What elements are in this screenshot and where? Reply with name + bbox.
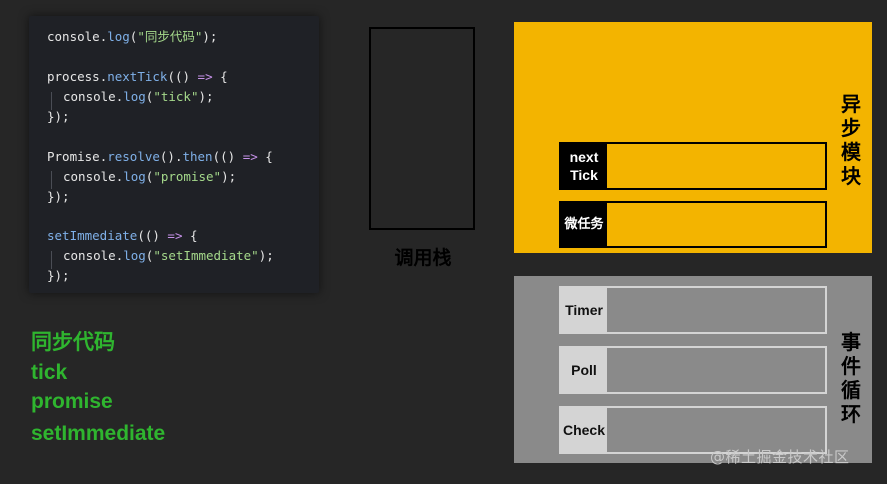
- code-line-12: console.log("setImmediate");: [63, 248, 274, 263]
- code-line-13: });: [47, 268, 70, 283]
- output-tick: tick: [31, 361, 68, 384]
- timer-phase-body: [607, 288, 825, 332]
- code-line-8: console.log("promise");: [63, 169, 237, 184]
- code-line-11: setImmediate(() => {: [47, 228, 198, 243]
- timer-phase: Timer: [559, 286, 827, 334]
- next-tick-queue-label: next Tick: [561, 144, 607, 188]
- code-line-3: process.nextTick(() => {: [47, 69, 228, 84]
- code-line-9: });: [47, 189, 70, 204]
- code-line-1: console.log("同步代码");: [47, 29, 218, 44]
- output-promise: promise: [31, 390, 113, 413]
- microtask-queue-label: 微任务: [561, 203, 607, 246]
- poll-phase-label: Poll: [561, 348, 607, 392]
- code-line-7: Promise.resolve().then(() => {: [47, 149, 273, 164]
- next-tick-queue: next Tick: [559, 142, 827, 190]
- indent-guide: [51, 92, 52, 110]
- output-sync: 同步代码: [31, 330, 115, 354]
- check-phase-label: Check: [561, 408, 607, 452]
- watermark: @稀土掘金技术社区: [710, 448, 850, 466]
- code-line-5: });: [47, 109, 70, 124]
- next-tick-queue-body: [607, 144, 825, 188]
- indent-guide: [51, 251, 52, 269]
- call-stack-box: [369, 27, 475, 230]
- poll-phase: Poll: [559, 346, 827, 394]
- microtask-queue: 微任务: [559, 201, 827, 248]
- code-line-4: console.log("tick");: [63, 89, 214, 104]
- async-module-label: 异 步 模 块: [841, 92, 861, 188]
- timer-phase-label: Timer: [561, 288, 607, 332]
- poll-phase-body: [607, 348, 825, 392]
- code-editor-panel: console.log("同步代码"); process.nextTick(()…: [29, 16, 319, 293]
- event-loop-label: 事 件 循 环: [841, 330, 861, 426]
- microtask-queue-body: [607, 203, 825, 246]
- call-stack-label: 调用栈: [394, 247, 452, 269]
- indent-guide: [51, 171, 52, 189]
- output-set-immediate: setImmediate: [31, 422, 166, 445]
